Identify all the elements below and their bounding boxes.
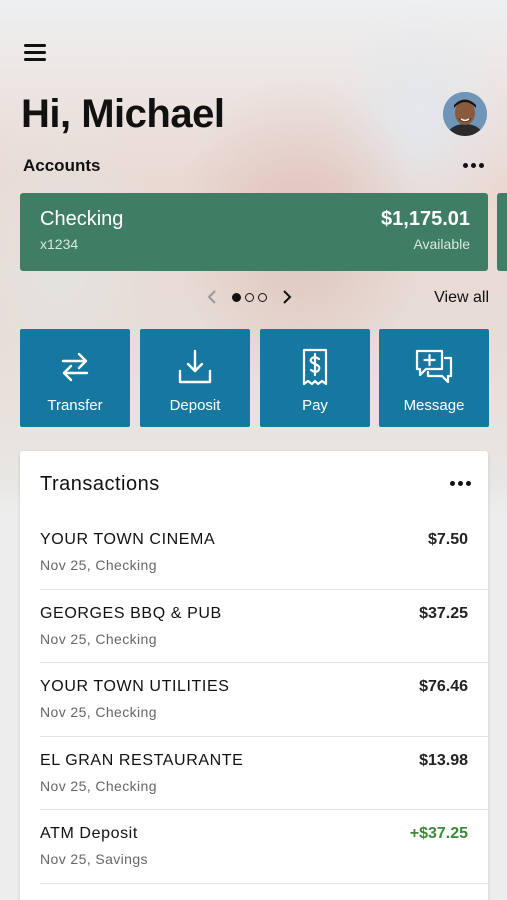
transactions-card: Transactions YOUR TOWN CINEMA Nov 25, Ch… [20, 451, 488, 900]
chevron-right-icon[interactable] [277, 287, 297, 307]
message-button-label: Message [403, 397, 465, 414]
transaction-row[interactable]: YOUR TOWN CINEMA Nov 25, Checking $7.50 [40, 516, 488, 590]
hamburger-menu-icon[interactable] [24, 44, 46, 62]
chevron-left-icon[interactable] [202, 287, 222, 307]
transaction-meta: Nov 25, Checking [40, 704, 157, 720]
transaction-amount: $7.50 [427, 531, 468, 548]
transaction-name: ATM Deposit [40, 825, 138, 842]
deposit-download-icon [140, 347, 250, 387]
next-account-card-peek[interactable] [497, 193, 507, 271]
transaction-meta: Nov 25, Savings [40, 851, 148, 867]
transaction-name: GEORGES BBQ & PUB [40, 604, 222, 622]
transaction-name: EL GRAN RESTAURANTE [40, 751, 244, 769]
transactions-list: YOUR TOWN CINEMA Nov 25, Checking $7.50 … [20, 516, 488, 884]
account-pager [202, 287, 297, 307]
transaction-amount: $13.98 [419, 751, 468, 769]
transfer-arrows-icon [20, 347, 130, 387]
transaction-amount: $76.46 [419, 678, 468, 695]
account-number: x1234 [40, 236, 79, 252]
message-plus-icon [379, 347, 489, 387]
transactions-more-options-icon[interactable] [450, 481, 474, 487]
pay-button-label: Pay [302, 397, 328, 414]
bill-dollar-icon [260, 347, 370, 387]
profile-photo-icon [443, 92, 487, 136]
account-balance-label: Available [413, 236, 470, 252]
greeting-title: Hi, Michael [21, 92, 225, 136]
account-balance: $1,175.01 [381, 208, 470, 230]
pager-dot-2[interactable] [245, 292, 254, 302]
transaction-meta: Nov 25, Checking [40, 630, 157, 647]
transaction-row[interactable]: GEORGES BBQ & PUB Nov 25, Checking $37.2… [40, 590, 488, 663]
transaction-name: YOUR TOWN UTILITIES [40, 678, 230, 695]
pager-dot-3[interactable] [258, 292, 267, 302]
transaction-meta: Nov 25, Checking [40, 777, 157, 794]
transaction-row[interactable]: YOUR TOWN UTILITIES Nov 25, Checking $76… [40, 663, 488, 737]
transaction-meta: Nov 25, Checking [40, 557, 157, 573]
transaction-name: YOUR TOWN CINEMA [40, 531, 216, 548]
view-all-accounts-link[interactable]: View all [434, 289, 489, 307]
avatar[interactable] [443, 92, 487, 136]
pay-button[interactable]: Pay [260, 329, 370, 427]
transaction-row[interactable]: ATM Deposit Nov 25, Savings +$37.25 [40, 810, 488, 884]
transactions-title: Transactions [40, 473, 160, 495]
accounts-more-options-icon[interactable] [463, 163, 487, 169]
pager-dot-1[interactable] [232, 292, 241, 302]
deposit-button[interactable]: Deposit [140, 329, 250, 427]
accounts-heading: Accounts [23, 156, 101, 175]
account-name: Checking [40, 208, 124, 230]
transaction-amount: $37.25 [419, 604, 468, 622]
message-button[interactable]: Message [379, 329, 489, 427]
transfer-button-label: Transfer [47, 397, 103, 414]
deposit-button-label: Deposit [169, 397, 221, 414]
transaction-row[interactable]: EL GRAN RESTAURANTE Nov 25, Checking $13… [40, 737, 488, 810]
transaction-amount: +$37.25 [409, 825, 468, 842]
transfer-button[interactable]: Transfer [20, 329, 130, 427]
account-card-checking[interactable]: Checking x1234 $1,175.01 Available [20, 193, 488, 271]
